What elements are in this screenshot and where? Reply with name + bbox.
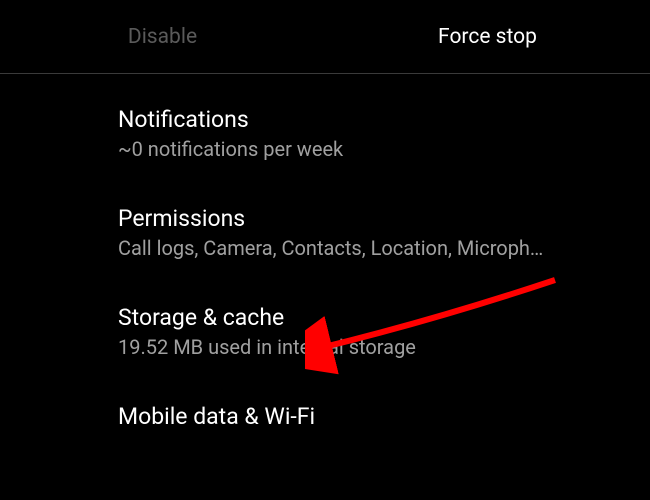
action-bar: Disable Force stop: [0, 0, 650, 73]
settings-item-title: Permissions: [118, 205, 650, 232]
settings-item-storage[interactable]: Storage & cache 19.52 MB used in interna…: [0, 282, 650, 381]
settings-item-title: Mobile data & Wi-Fi: [118, 403, 650, 430]
settings-item-subtitle: 19.52 MB used in internal storage: [118, 335, 628, 359]
force-stop-button[interactable]: Force stop: [325, 25, 650, 49]
disable-button: Disable: [0, 25, 325, 49]
settings-item-notifications[interactable]: Notifications ~0 notifications per week: [0, 74, 650, 183]
settings-item-subtitle: Call logs, Camera, Contacts, Location, M…: [118, 236, 628, 260]
settings-list: Notifications ~0 notifications per week …: [0, 74, 650, 456]
settings-item-title: Storage & cache: [118, 304, 650, 331]
settings-item-permissions[interactable]: Permissions Call logs, Camera, Contacts,…: [0, 183, 650, 282]
settings-item-title: Notifications: [118, 106, 650, 133]
settings-item-subtitle: ~0 notifications per week: [118, 137, 628, 161]
settings-item-mobile-data[interactable]: Mobile data & Wi-Fi: [0, 381, 650, 456]
